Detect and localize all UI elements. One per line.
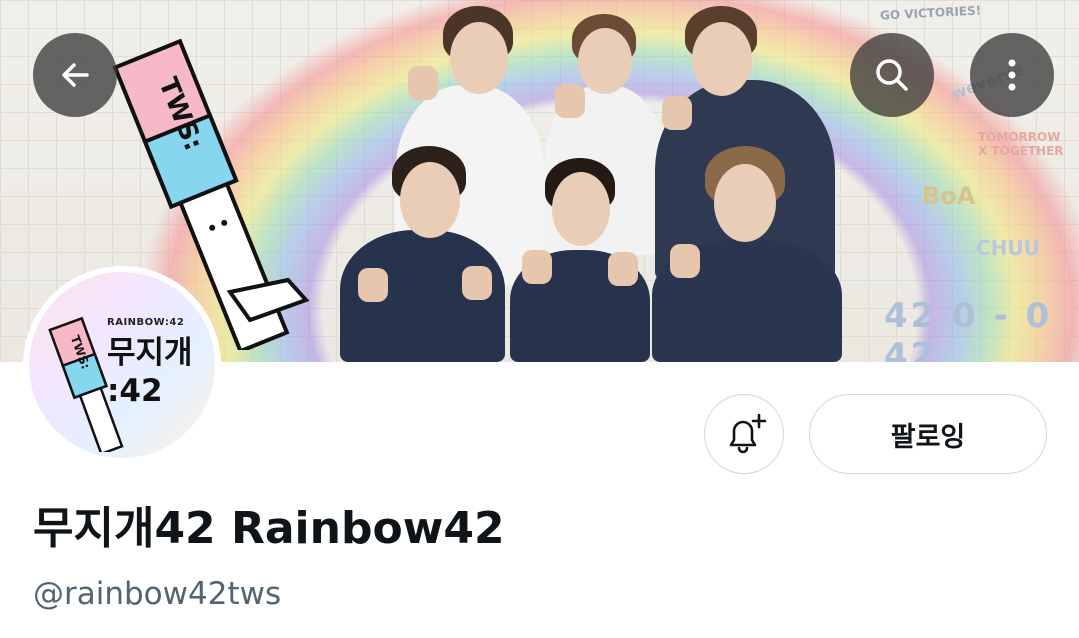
arrow-left-icon — [62, 63, 89, 87]
search-button[interactable] — [850, 33, 934, 117]
following-button[interactable]: 팔로잉 — [809, 394, 1047, 474]
banner-deco-text: TOMORROW X TOGETHER — [978, 130, 1064, 158]
banner-deco-text: BoA — [922, 182, 976, 210]
profile-display-name: 무지개42 Rainbow42 — [33, 503, 505, 554]
bell-plus-icon — [729, 413, 767, 454]
avatar-label-line1: 무지개 — [107, 335, 193, 371]
profile-handle: @rainbow42tws — [33, 576, 282, 612]
avatar-label-line2: :42 — [107, 373, 163, 409]
more-vertical-icon — [1008, 59, 1016, 91]
avatar-label-small: RAINBOW:42 — [107, 317, 185, 328]
avatar-image: TWS: RAINBOW:42 무지개 :42 — [29, 272, 215, 458]
banner-group-photo — [340, 0, 845, 362]
notification-button[interactable] — [704, 394, 784, 474]
back-button[interactable] — [33, 33, 117, 117]
banner-deco-text: 42 0 - 0 42 — [884, 296, 1053, 362]
search-icon — [876, 59, 908, 91]
more-options-button[interactable] — [970, 33, 1054, 117]
banner-deco-text: CHUU — [976, 236, 1040, 260]
profile-avatar[interactable]: TWS: RAINBOW:42 무지개 :42 — [23, 266, 221, 464]
